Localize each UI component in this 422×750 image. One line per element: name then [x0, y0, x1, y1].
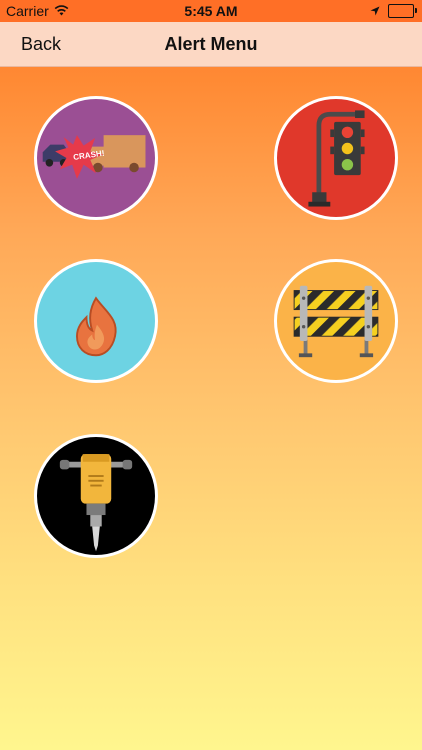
navigation-bar: Back Alert Menu	[0, 22, 422, 67]
back-button[interactable]: Back	[21, 34, 61, 55]
status-right-group	[370, 3, 417, 19]
road-barrier-icon	[293, 285, 379, 358]
location-arrow-icon	[370, 3, 380, 19]
status-bar: Carrier 5:45 AM	[0, 0, 422, 22]
status-time: 5:45 AM	[184, 3, 238, 19]
road-barrier-alert-button[interactable]	[274, 259, 398, 383]
jackhammer-icon	[59, 454, 133, 552]
crash-alert-button[interactable]: CRASH!	[34, 96, 158, 220]
construction-alert-button[interactable]	[34, 434, 158, 558]
traffic-light-alert-button[interactable]	[274, 96, 398, 220]
fire-alert-button[interactable]	[34, 259, 158, 383]
battery-icon	[388, 4, 417, 18]
fire-icon	[76, 296, 117, 357]
traffic-light-icon	[308, 110, 365, 207]
car-crash-icon: CRASH!	[42, 135, 146, 179]
page-title: Alert Menu	[164, 34, 258, 54]
